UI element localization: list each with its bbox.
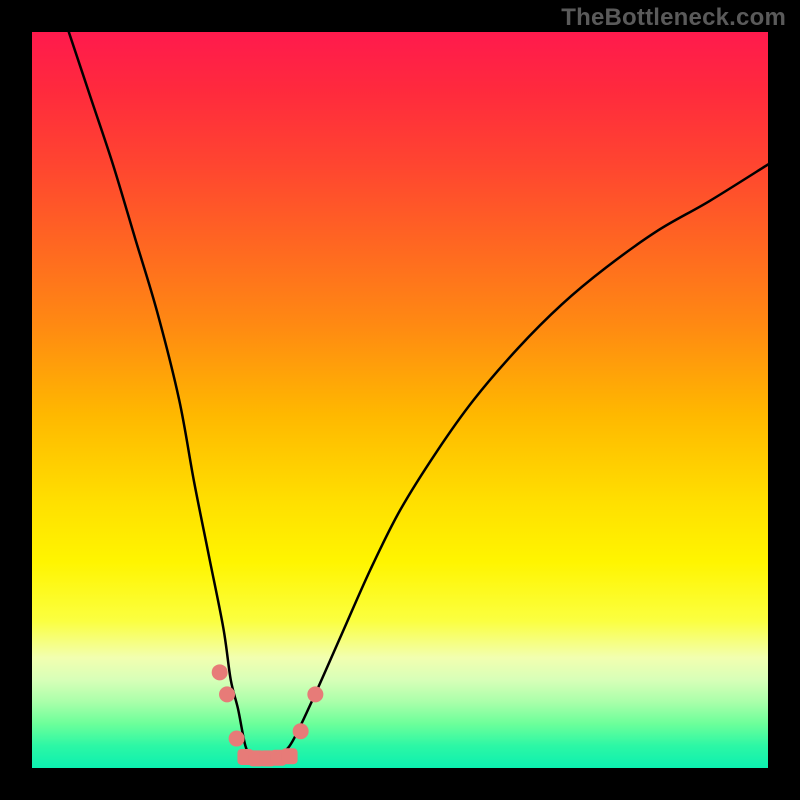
bottleneck-curve xyxy=(32,32,768,768)
marker-round xyxy=(219,686,235,702)
watermark-text: TheBottleneck.com xyxy=(561,4,786,32)
plot-area xyxy=(32,32,768,768)
marker-round xyxy=(307,686,323,702)
chart-frame: TheBottleneck.com xyxy=(0,0,800,800)
marker-square xyxy=(282,748,298,764)
marker-round xyxy=(229,731,245,747)
curve-path xyxy=(69,32,768,762)
marker-round xyxy=(293,723,309,739)
marker-round xyxy=(212,664,228,680)
